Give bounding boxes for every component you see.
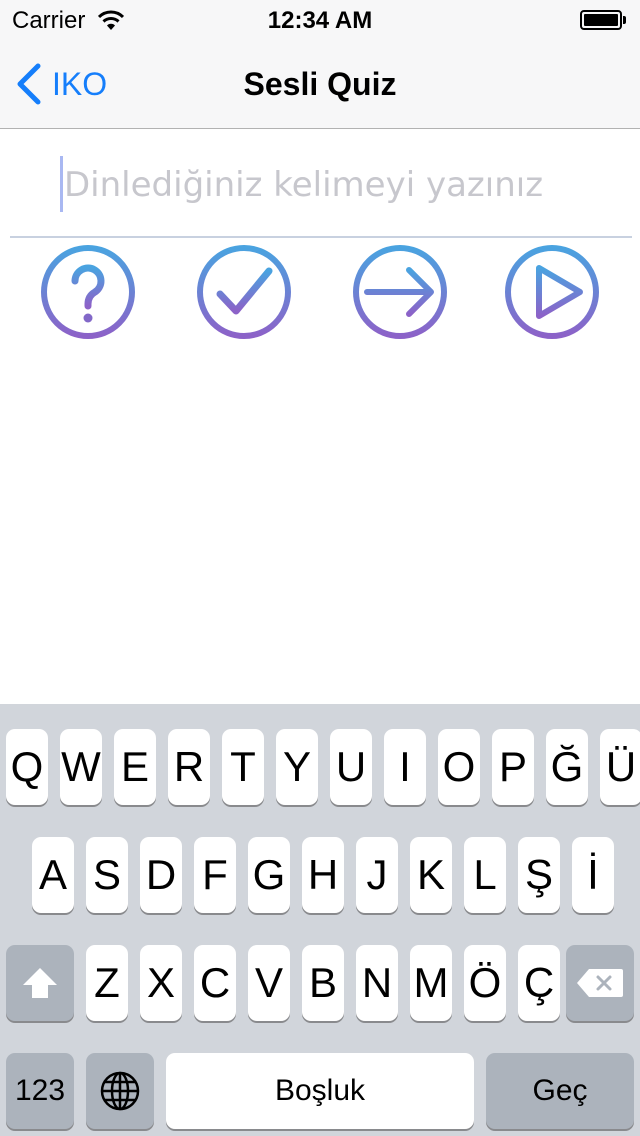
globe-key[interactable] xyxy=(86,1053,154,1129)
key-j[interactable]: J xyxy=(356,837,398,913)
key-a[interactable]: A xyxy=(32,837,74,913)
space-key[interactable]: Boşluk xyxy=(166,1053,474,1129)
answer-input[interactable] xyxy=(64,150,624,220)
key-v[interactable]: V xyxy=(248,945,290,1021)
status-bar: Carrier 12:34 AM xyxy=(0,0,640,40)
play-icon xyxy=(505,245,599,339)
globe-icon xyxy=(100,1071,140,1111)
page-title: Sesli Quiz xyxy=(243,66,397,102)
status-time: 12:34 AM xyxy=(267,7,373,34)
key-d[interactable]: D xyxy=(140,837,182,913)
key-k[interactable]: K xyxy=(410,837,452,913)
key-ğ[interactable]: Ğ xyxy=(546,729,588,805)
key-t[interactable]: T xyxy=(222,729,264,805)
delete-key[interactable] xyxy=(566,945,634,1021)
backspace-icon xyxy=(577,969,623,997)
key-m[interactable]: M xyxy=(410,945,452,1021)
key-ö[interactable]: Ö xyxy=(464,945,506,1021)
key-h[interactable]: H xyxy=(302,837,344,913)
key-b[interactable]: B xyxy=(302,945,344,1021)
key-ç[interactable]: Ç xyxy=(518,945,560,1021)
navigation-bar: IKO Sesli Quiz xyxy=(0,40,640,129)
key-y[interactable]: Y xyxy=(276,729,318,805)
text-cursor xyxy=(60,156,63,212)
key-f[interactable]: F xyxy=(194,837,236,913)
hint-button[interactable] xyxy=(39,243,137,341)
shift-arrow-icon xyxy=(23,968,57,998)
question-mark-icon xyxy=(41,245,135,339)
key-z[interactable]: Z xyxy=(86,945,128,1021)
key-q[interactable]: Q xyxy=(6,729,48,805)
key-r[interactable]: R xyxy=(168,729,210,805)
shift-key[interactable] xyxy=(6,945,74,1021)
key-o[interactable]: O xyxy=(438,729,480,805)
next-button[interactable] xyxy=(351,243,449,341)
numbers-key[interactable]: 123 xyxy=(6,1053,74,1129)
return-key[interactable]: Geç xyxy=(486,1053,634,1129)
key-p[interactable]: P xyxy=(492,729,534,805)
play-button[interactable] xyxy=(503,243,601,341)
arrow-right-icon xyxy=(353,245,447,339)
key-ş[interactable]: Ş xyxy=(518,837,560,913)
key-n[interactable]: N xyxy=(356,945,398,1021)
keyboard: QWERTYUIOPĞÜ ASDFGHJKLŞİ ZXCVBNMÖÇ 123 B… xyxy=(0,704,640,1136)
key-i[interactable]: I xyxy=(384,729,426,805)
check-button[interactable] xyxy=(195,243,293,341)
battery-icon xyxy=(580,10,626,30)
key-x[interactable]: X xyxy=(140,945,182,1021)
key-e[interactable]: E xyxy=(114,729,156,805)
checkmark-icon xyxy=(197,245,291,339)
key-g[interactable]: G xyxy=(248,837,290,913)
key-u[interactable]: U xyxy=(330,729,372,805)
answer-field-container xyxy=(10,130,632,238)
key-c[interactable]: C xyxy=(194,945,236,1021)
key-l[interactable]: L xyxy=(464,837,506,913)
key-s[interactable]: S xyxy=(86,837,128,913)
key-i̇[interactable]: İ xyxy=(572,837,614,913)
key-w[interactable]: W xyxy=(60,729,102,805)
key-ü[interactable]: Ü xyxy=(600,729,640,805)
